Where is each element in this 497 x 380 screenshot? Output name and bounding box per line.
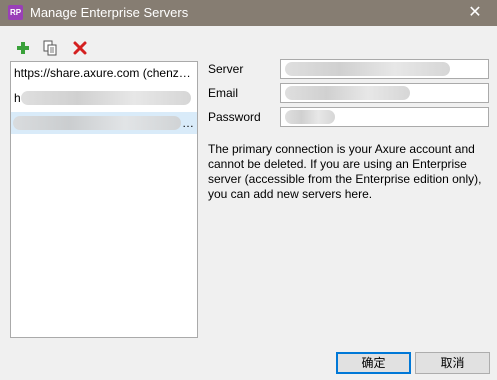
- email-label: Email: [208, 86, 239, 100]
- server-field[interactable]: [280, 59, 489, 79]
- password-label: Password: [208, 110, 261, 124]
- plus-icon: [17, 42, 29, 54]
- server-list-item[interactable]: https://share.axure.com (chenz…: [11, 62, 197, 84]
- redacted-text: [13, 116, 181, 130]
- redacted-text: [21, 91, 191, 105]
- server-list[interactable]: https://share.axure.com (chenz… h …: [10, 61, 198, 338]
- copy-server-button[interactable]: [41, 39, 59, 57]
- server-url: h: [14, 91, 21, 105]
- close-button[interactable]: ✕: [453, 0, 497, 26]
- server-label: Server: [208, 62, 244, 76]
- password-field[interactable]: [280, 107, 489, 127]
- redacted-text: [285, 86, 410, 100]
- cancel-button[interactable]: 取消: [415, 352, 490, 374]
- title-bar: RP Manage Enterprise Servers ✕: [0, 0, 497, 26]
- server-url: https://share.axure.com (chenz…: [14, 66, 191, 80]
- redacted-text: [285, 110, 335, 124]
- server-list-item-selected[interactable]: …: [11, 112, 197, 134]
- help-text: The primary connection is your Axure acc…: [208, 142, 482, 201]
- copy-icon: [43, 40, 57, 56]
- delete-server-button[interactable]: [71, 39, 89, 57]
- window-title: Manage Enterprise Servers: [30, 5, 189, 20]
- delete-icon: [73, 41, 87, 55]
- server-url: …: [182, 116, 194, 130]
- server-list-item[interactable]: h: [11, 87, 197, 109]
- add-server-button[interactable]: [14, 39, 32, 57]
- axure-rp-app-icon: RP: [8, 5, 23, 20]
- redacted-text: [285, 62, 450, 76]
- ok-button[interactable]: 确定: [336, 352, 411, 374]
- email-field[interactable]: [280, 83, 489, 103]
